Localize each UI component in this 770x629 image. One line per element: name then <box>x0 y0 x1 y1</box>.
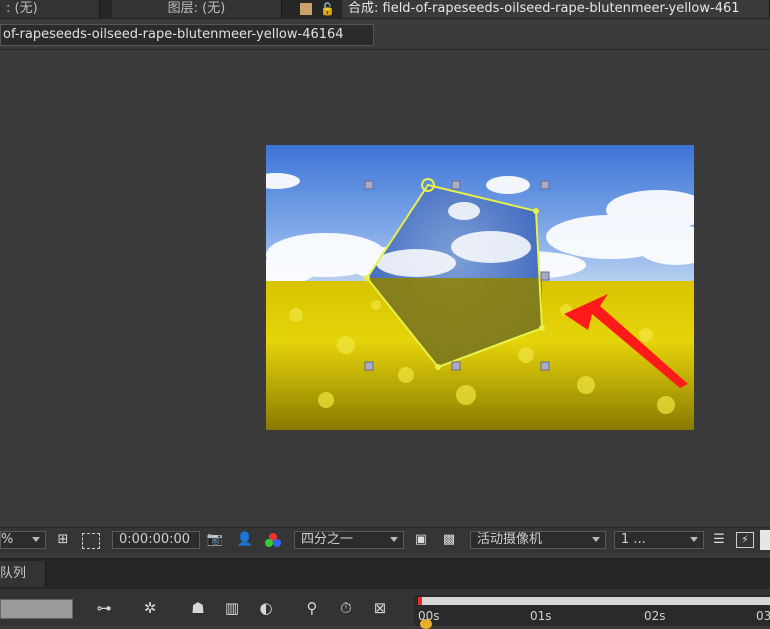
render-queue-tab[interactable]: 队列 <box>0 561 46 587</box>
resolution-value: 四分之一 <box>301 532 354 547</box>
footage-tab-label: : (无) <box>6 1 38 16</box>
chevron-down-icon <box>592 537 600 542</box>
work-area-bar[interactable] <box>418 597 770 605</box>
timeline-header: ⊶ ✲ ☗ ▥ ◐ ⚲ ⏱ ⊠ 00s 01s 02s 03 <box>0 589 770 629</box>
panel-tab-bar: 队列 <box>0 558 770 589</box>
views-dropdown[interactable]: 1 ... <box>614 531 704 549</box>
panel-scrollbar[interactable] <box>760 530 770 550</box>
color-channels-icon[interactable] <box>264 532 282 548</box>
ruler-label-00s: 00s <box>418 609 440 623</box>
graph-editor-icon[interactable]: ⏱ <box>334 597 358 619</box>
frame-blending-icon[interactable]: ▥ <box>220 597 244 619</box>
chevron-down-icon <box>390 537 398 542</box>
rgb-circles <box>265 533 281 547</box>
brainstorm-icon[interactable]: ⚲ <box>300 597 324 619</box>
red-annotation-arrow <box>564 294 688 388</box>
camera-value: 活动摄像机 <box>477 532 543 547</box>
camera-snapshot-icon[interactable]: 📷 <box>206 532 224 548</box>
mask-visibility-icon[interactable] <box>82 533 100 549</box>
camera-dropdown[interactable]: 活动摄像机 <box>470 531 606 549</box>
current-time-display[interactable]: 0:00:00:00 <box>112 531 200 549</box>
lock-icon[interactable]: 🔓 <box>320 1 335 17</box>
footage-tab[interactable]: : (无) <box>0 0 100 18</box>
composition-color-swatch <box>300 3 312 15</box>
region-of-interest-icon[interactable]: ▣ <box>412 532 430 548</box>
viewer-toolbar: % ⊞ 0:00:00:00 📷 👤 四分之一 ▣ ▩ 活动摄像机 1 ... … <box>0 527 770 553</box>
shy-layers-icon[interactable]: ☗ <box>186 597 210 619</box>
chevron-down-icon <box>690 537 698 542</box>
time-ruler[interactable]: 00s 01s 02s 03 <box>414 595 770 629</box>
magnification-value: % <box>1 532 14 547</box>
ruler-label-01s: 01s <box>530 609 552 623</box>
timeline-toggle-icon[interactable]: ☰ <box>710 532 728 548</box>
composition-tab-label: 合成: field-of-rapeseeds-oilseed-rape-blut… <box>348 1 740 16</box>
magnification-dropdown[interactable]: % <box>0 531 46 549</box>
views-value: 1 ... <box>621 532 646 547</box>
ruler-label-03: 03 <box>756 609 770 623</box>
fast-previews-icon[interactable]: ⚡ <box>736 532 754 548</box>
layer-search-input[interactable] <box>0 599 73 619</box>
motion-blur-icon[interactable]: ◐ <box>254 597 278 619</box>
viewer-divider <box>0 49 770 50</box>
composition-breadcrumb[interactable]: of-rapeseeds-oilseed-rape-blutenmeer-yel… <box>0 24 374 46</box>
arrow-shape <box>564 294 688 388</box>
ruler-label-02s: 02s <box>644 609 666 623</box>
timecode-value: 0:00:00:00 <box>119 532 191 547</box>
layer-tab[interactable]: 图层: (无) <box>112 0 282 18</box>
resolution-dropdown[interactable]: 四分之一 <box>294 531 404 549</box>
show-snapshot-icon[interactable]: 👤 <box>236 532 254 548</box>
composition-breadcrumb-label: of-rapeseeds-oilseed-rape-blutenmeer-yel… <box>3 27 344 42</box>
composition-flowchart-icon[interactable]: ⊶ <box>92 597 116 619</box>
composition-tab[interactable]: 合成: field-of-rapeseeds-oilseed-rape-blut… <box>342 0 770 18</box>
grid-guides-icon[interactable]: ⊞ <box>54 532 72 548</box>
lock-layers-icon[interactable]: ⊠ <box>368 597 392 619</box>
viewer-tab-bar: : (无) 图层: (无) 🔓 合成: field-of-rapeseeds-o… <box>0 0 770 19</box>
chevron-down-icon <box>32 537 40 542</box>
layer-tab-label: 图层: (无) <box>167 1 226 16</box>
playhead-marker[interactable] <box>418 597 422 605</box>
transparency-grid-icon[interactable]: ▩ <box>440 532 458 548</box>
draft-3d-icon[interactable]: ✲ <box>138 597 162 619</box>
render-queue-tab-label: 队列 <box>0 566 27 581</box>
